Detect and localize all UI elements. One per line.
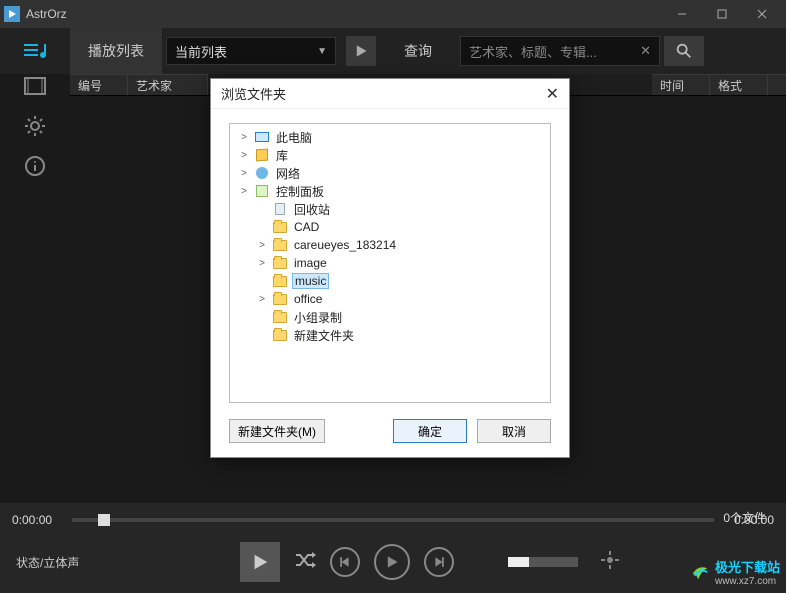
shuffle-icon[interactable] [294, 551, 316, 574]
browse-folder-dialog: 浏览文件夹 ✕ >此电脑>库>网络>控制面板回收站CAD>careueyes_1… [210, 78, 570, 458]
tree-item-label: 控制面板 [274, 183, 326, 200]
volume-control[interactable] [508, 557, 578, 567]
dialog-title: 浏览文件夹 [221, 84, 286, 103]
expander-icon[interactable]: > [238, 186, 250, 197]
net-icon [254, 166, 270, 180]
tree-item[interactable]: > 网络 [232, 164, 548, 182]
tree-item-label: 新建文件夹 [292, 327, 356, 344]
expander-icon[interactable]: > [256, 240, 268, 251]
tree-item-label: 小组录制 [292, 309, 344, 326]
expander-icon[interactable]: > [238, 168, 250, 179]
tree-item[interactable]: >库 [232, 146, 548, 164]
tree-item[interactable]: > 控制面板 [232, 182, 548, 200]
seek-knob[interactable] [98, 514, 110, 526]
info-icon[interactable] [23, 154, 47, 178]
tree-item[interactable]: > office [232, 290, 548, 308]
play-pause-button[interactable] [374, 544, 410, 580]
search-input[interactable]: 艺术家、标题、专辑... ✕ [460, 36, 660, 66]
folder-icon [272, 310, 288, 324]
player-bar: 0个文件 0:00:00 0:00:00 状态/立体声 极光下载站 www.xz… [0, 503, 786, 593]
controls-row: 状态/立体声 [0, 537, 786, 587]
tree-item-label: 此电脑 [274, 129, 314, 146]
close-button[interactable] [742, 1, 782, 27]
tree-item-label: 库 [274, 147, 290, 164]
seek-slider[interactable] [72, 518, 714, 522]
maximize-button[interactable] [702, 1, 742, 27]
dialog-close-button[interactable]: ✕ [546, 84, 559, 104]
play-button[interactable] [346, 36, 376, 66]
tree-item[interactable]: 新建文件夹 [232, 326, 548, 344]
time-elapsed: 0:00:00 [12, 513, 62, 527]
title-bar: AstrOrz [0, 0, 786, 28]
big-play-button[interactable] [240, 542, 280, 582]
folder-icon [272, 328, 288, 342]
folder-icon [272, 220, 288, 234]
col-artist[interactable]: 艺术家 [128, 74, 208, 95]
expander-icon[interactable]: > [238, 150, 250, 161]
video-icon[interactable] [23, 74, 47, 98]
playlist-combo[interactable]: 当前列表 ▼ [166, 37, 336, 65]
playlist-combo-value: 当前列表 [175, 42, 227, 61]
playlist-label: 播放列表 [70, 28, 162, 74]
minimize-button[interactable] [662, 1, 702, 27]
search-button[interactable] [664, 36, 704, 66]
top-toolbar: 播放列表 当前列表 ▼ 查询 艺术家、标题、专辑... ✕ [0, 28, 786, 74]
clear-icon[interactable]: ✕ [640, 43, 651, 59]
seek-row: 0:00:00 0:00:00 [0, 503, 786, 537]
dialog-button-row: 新建文件夹(M) 确定 取消 [211, 409, 569, 457]
tree-item[interactable]: 小组录制 [232, 308, 548, 326]
folder-icon [272, 256, 288, 270]
tree-item-label: music [292, 273, 329, 289]
tree-item-label: 网络 [274, 165, 302, 182]
ok-button[interactable]: 确定 [393, 419, 467, 443]
tree-item-label: 回收站 [292, 201, 332, 218]
dialog-titlebar: 浏览文件夹 ✕ [211, 79, 569, 109]
tree-item-label: office [292, 292, 324, 306]
file-count: 0个文件 [723, 509, 766, 526]
gear-icon[interactable] [23, 114, 47, 138]
folder-icon [272, 274, 288, 288]
prev-button[interactable] [330, 547, 360, 577]
rb-icon [272, 202, 288, 216]
watermark-brand: 极光下载站 [715, 557, 780, 576]
sidebar-playlist-icon[interactable] [0, 28, 70, 74]
sidebar [0, 74, 70, 178]
pc-icon [254, 130, 270, 144]
folder-tree[interactable]: >此电脑>库>网络>控制面板回收站CAD>careueyes_183214>im… [229, 123, 551, 403]
chevron-down-icon: ▼ [317, 46, 327, 57]
tree-item-label: careueyes_183214 [292, 238, 398, 252]
col-index[interactable]: 编号 [70, 74, 128, 95]
volume-slider[interactable] [508, 557, 578, 567]
search-placeholder: 艺术家、标题、专辑... [469, 42, 597, 61]
tree-item[interactable]: music [232, 272, 548, 290]
tree-item[interactable]: > image [232, 254, 548, 272]
tree-item[interactable]: > 此电脑 [232, 128, 548, 146]
lib-icon [254, 148, 270, 162]
tree-item[interactable]: CAD [232, 218, 548, 236]
watermark: 极光下载站 www.xz7.com [689, 557, 780, 587]
tree-item-label: CAD [292, 220, 321, 234]
tree-item[interactable]: > careueyes_183214 [232, 236, 548, 254]
expander-icon[interactable]: > [238, 132, 250, 143]
col-format[interactable]: 格式 [710, 74, 768, 95]
query-label[interactable]: 查询 [376, 41, 460, 61]
cancel-button[interactable]: 取消 [477, 419, 551, 443]
folder-icon [272, 238, 288, 252]
app-title: AstrOrz [26, 7, 67, 21]
cp-icon [254, 184, 270, 198]
expander-icon[interactable]: > [256, 294, 268, 305]
col-time[interactable]: 时间 [652, 74, 710, 95]
folder-icon [272, 292, 288, 306]
tree-item[interactable]: 回收站 [232, 200, 548, 218]
target-icon[interactable] [600, 550, 620, 575]
watermark-logo-icon [689, 561, 711, 583]
next-button[interactable] [424, 547, 454, 577]
tree-item-label: image [292, 256, 329, 270]
new-folder-button[interactable]: 新建文件夹(M) [229, 419, 325, 443]
app-icon [4, 6, 20, 22]
expander-icon[interactable]: > [256, 258, 268, 269]
watermark-url: www.xz7.com [715, 576, 780, 587]
status-text: 状态/立体声 [16, 554, 116, 571]
